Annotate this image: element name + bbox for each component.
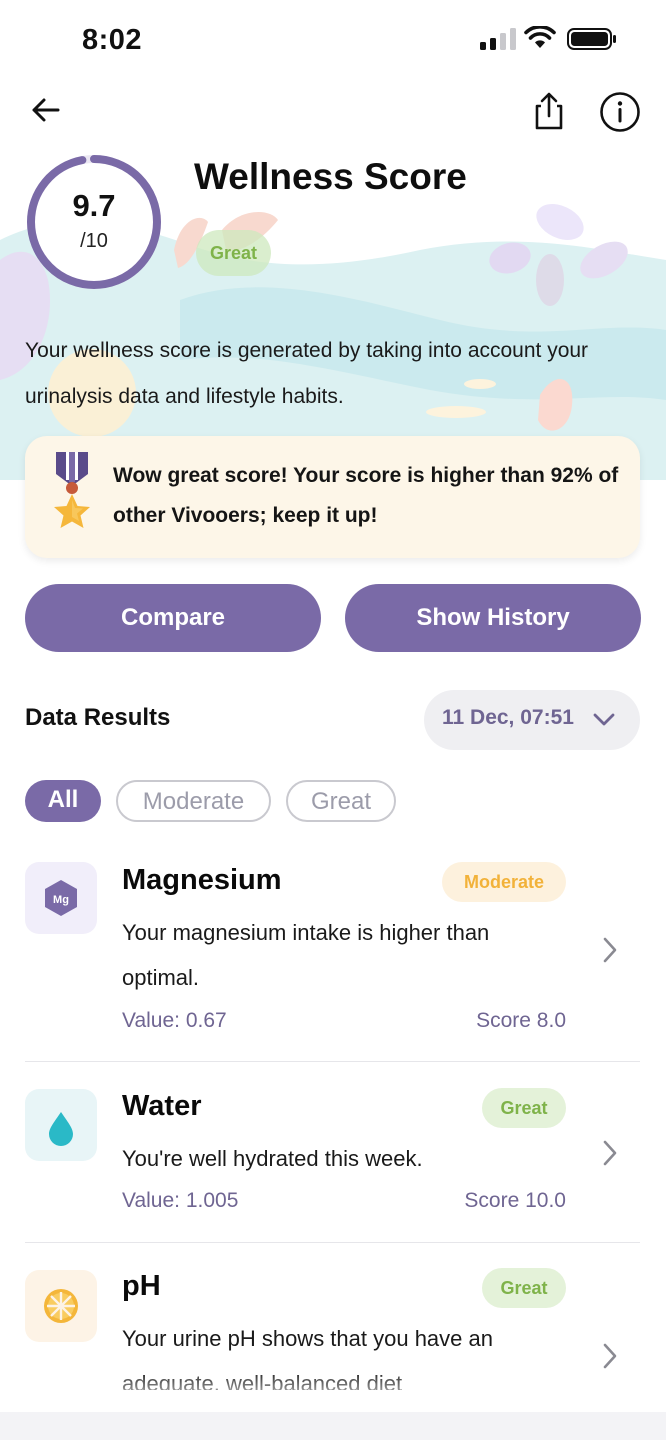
result-badge: Moderate — [442, 862, 566, 902]
svg-text:Mg: Mg — [53, 894, 69, 906]
score-description: Your wellness score is generated by taki… — [25, 339, 589, 408]
status-time: 8:02 — [82, 24, 143, 56]
grade-badge: Great — [196, 230, 272, 276]
page-title: Wellness Score — [194, 156, 467, 197]
filter-chip-great[interactable]: Great — [286, 780, 396, 822]
divider — [25, 1061, 640, 1062]
water-drop-icon — [25, 1089, 97, 1161]
share-icon[interactable] — [528, 90, 570, 132]
score-value: 9.7 — [72, 188, 116, 223]
result-name: pH — [122, 1270, 161, 1302]
chevron-down-icon — [593, 713, 615, 726]
chevron-right-icon[interactable] — [600, 1341, 620, 1371]
info-icon[interactable] — [598, 90, 642, 134]
callout-text: Wow great score! Your score is higher th… — [113, 464, 619, 527]
result-description: You're well hydrated this week. — [122, 1146, 423, 1171]
medal-icon — [54, 452, 90, 528]
signal-icon — [480, 28, 516, 50]
result-score: Score 8.0 — [476, 1009, 566, 1032]
chevron-right-icon[interactable] — [600, 935, 620, 965]
date-selector-value: 11 Dec, 07:51 — [442, 706, 574, 729]
result-badge: Great — [482, 1088, 566, 1128]
result-badge: Great — [482, 1268, 566, 1308]
back-arrow-icon[interactable] — [28, 92, 64, 128]
chevron-right-icon[interactable] — [600, 1138, 620, 1168]
result-score: Score 10.0 — [464, 1189, 566, 1212]
citrus-icon — [25, 1270, 97, 1342]
result-name: Magnesium — [122, 864, 282, 896]
score-max: /10 — [80, 230, 108, 252]
wifi-icon — [524, 26, 556, 48]
filter-chip-all[interactable]: All — [25, 780, 101, 822]
compare-button[interactable]: Compare — [25, 584, 321, 652]
bottom-bar — [0, 1412, 666, 1440]
result-name: Water — [122, 1090, 202, 1122]
result-value: Value: 0.67 — [122, 1009, 227, 1032]
battery-icon — [567, 28, 616, 50]
divider — [25, 1242, 640, 1243]
result-description: Your magnesium intake is higher than opt… — [122, 920, 490, 990]
section-title: Data Results — [25, 704, 171, 731]
result-value: Value: 1.005 — [122, 1189, 239, 1212]
magnesium-icon: Mg — [25, 862, 97, 934]
show-history-button[interactable]: Show History — [345, 584, 641, 652]
filter-chip-moderate[interactable]: Moderate — [116, 780, 271, 822]
